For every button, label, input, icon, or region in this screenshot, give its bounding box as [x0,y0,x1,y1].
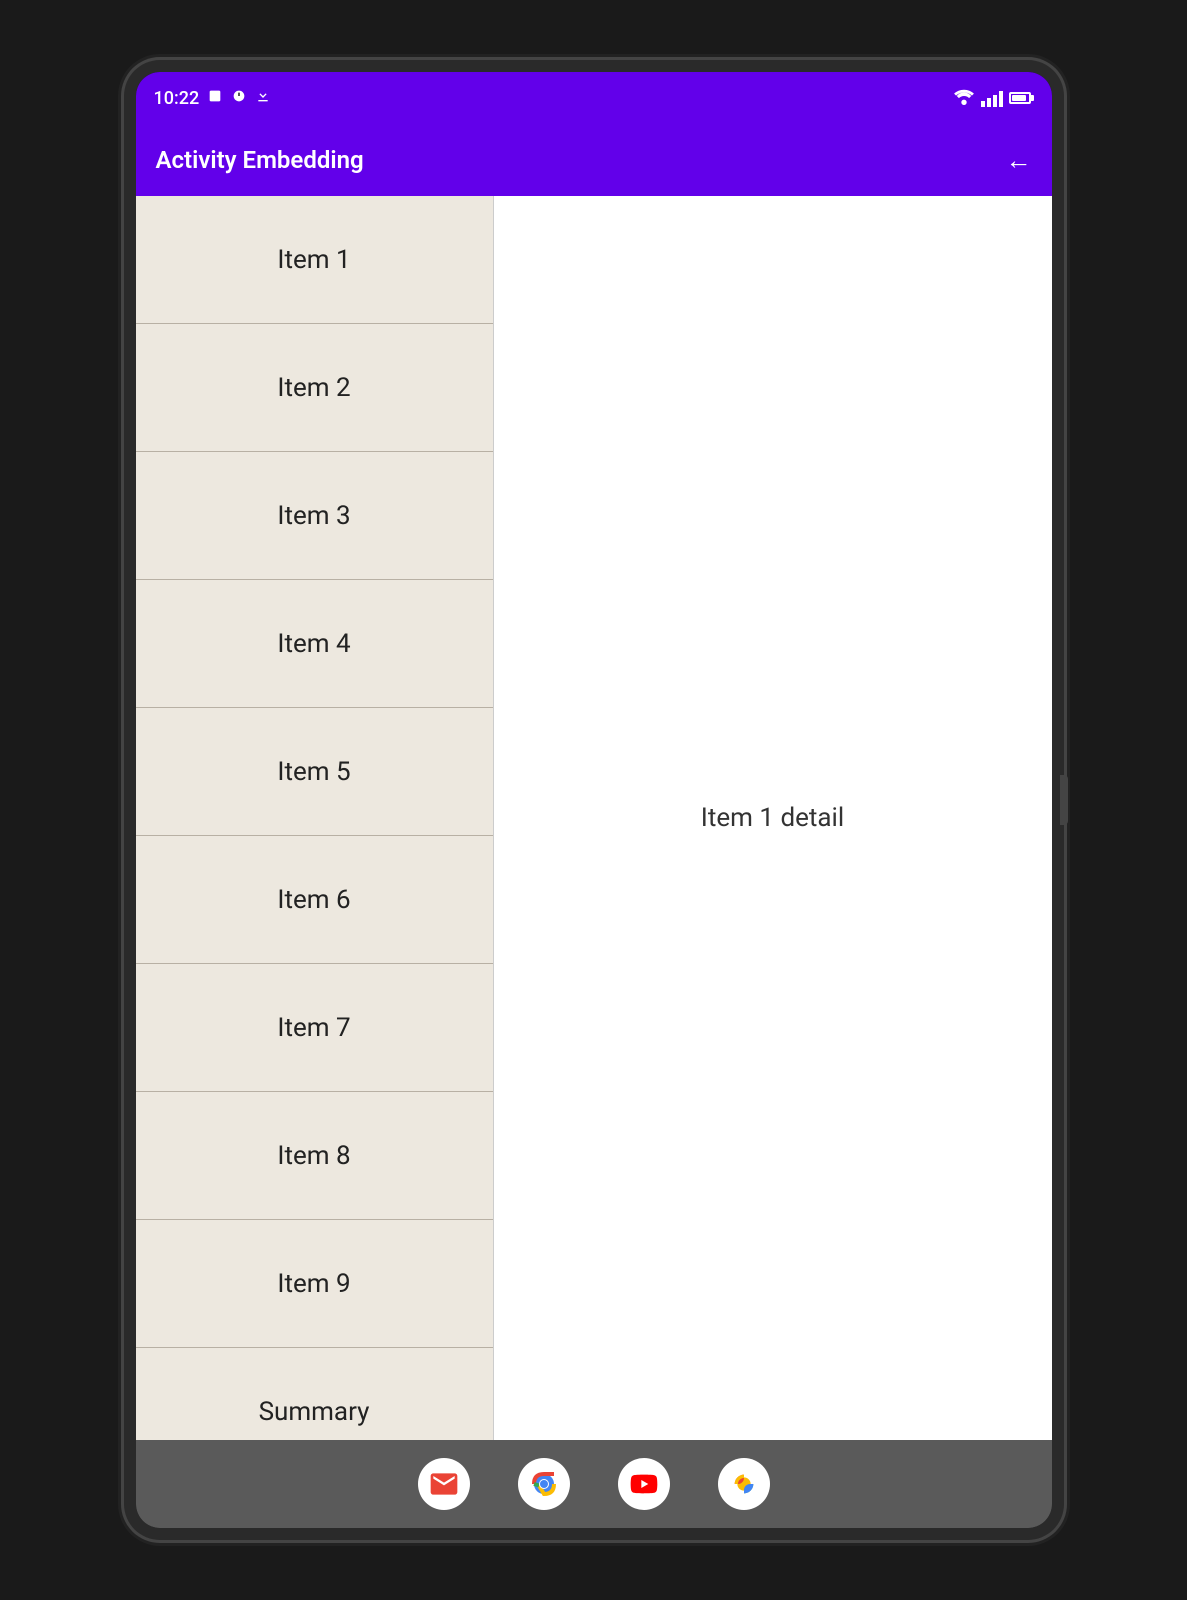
back-button[interactable]: ← [1006,145,1032,176]
list-item[interactable]: Item 1 [136,196,493,324]
list-item-label: Item 9 [277,1269,350,1299]
notification-icon [207,88,223,108]
detail-panel: Item 1 detail [494,196,1052,1440]
list-item[interactable]: Item 8 [136,1092,493,1220]
main-content: Item 1 Item 2 Item 3 Item 4 Item 5 Item … [136,196,1052,1440]
alarm-icon [231,88,247,108]
list-item-summary[interactable]: Summary [136,1348,493,1440]
list-item-label: Item 5 [277,757,350,787]
list-item[interactable]: Item 2 [136,324,493,452]
list-item-label: Item 4 [277,629,350,659]
side-button[interactable] [1060,775,1068,825]
list-item[interactable]: Item 3 [136,452,493,580]
list-item-label: Summary [259,1397,370,1427]
list-panel: Item 1 Item 2 Item 3 Item 4 Item 5 Item … [136,196,494,1440]
list-item-label: Item 3 [277,501,350,531]
list-item-label: Item 8 [277,1141,350,1171]
list-item-label: Item 2 [277,373,350,403]
photos-app-icon[interactable] [718,1458,770,1510]
nav-bar [136,1440,1052,1528]
list-item-label: Item 1 [277,245,350,275]
detail-text: Item 1 detail [701,803,844,833]
list-item[interactable]: Item 5 [136,708,493,836]
battery-icon [1009,92,1034,104]
tablet-screen: 10:22 [136,72,1052,1528]
youtube-app-icon[interactable] [618,1458,670,1510]
wifi-icon [953,87,975,109]
chrome-app-icon[interactable] [518,1458,570,1510]
list-item[interactable]: Item 9 [136,1220,493,1348]
status-bar: 10:22 [136,72,1052,124]
status-left: 10:22 [154,88,272,109]
list-item[interactable]: Item 7 [136,964,493,1092]
gmail-app-icon[interactable] [418,1458,470,1510]
status-right [953,87,1034,109]
app-bar-title: Activity Embedding [156,146,982,174]
list-item-label: Item 6 [277,885,350,915]
download-icon [255,88,271,108]
list-item[interactable]: Item 4 [136,580,493,708]
time-display: 10:22 [154,88,200,109]
list-item-label: Item 7 [277,1013,350,1043]
signal-icon [981,89,1003,107]
list-item[interactable]: Item 6 [136,836,493,964]
app-bar: Activity Embedding ← [136,124,1052,196]
tablet-frame: 10:22 [124,60,1064,1540]
